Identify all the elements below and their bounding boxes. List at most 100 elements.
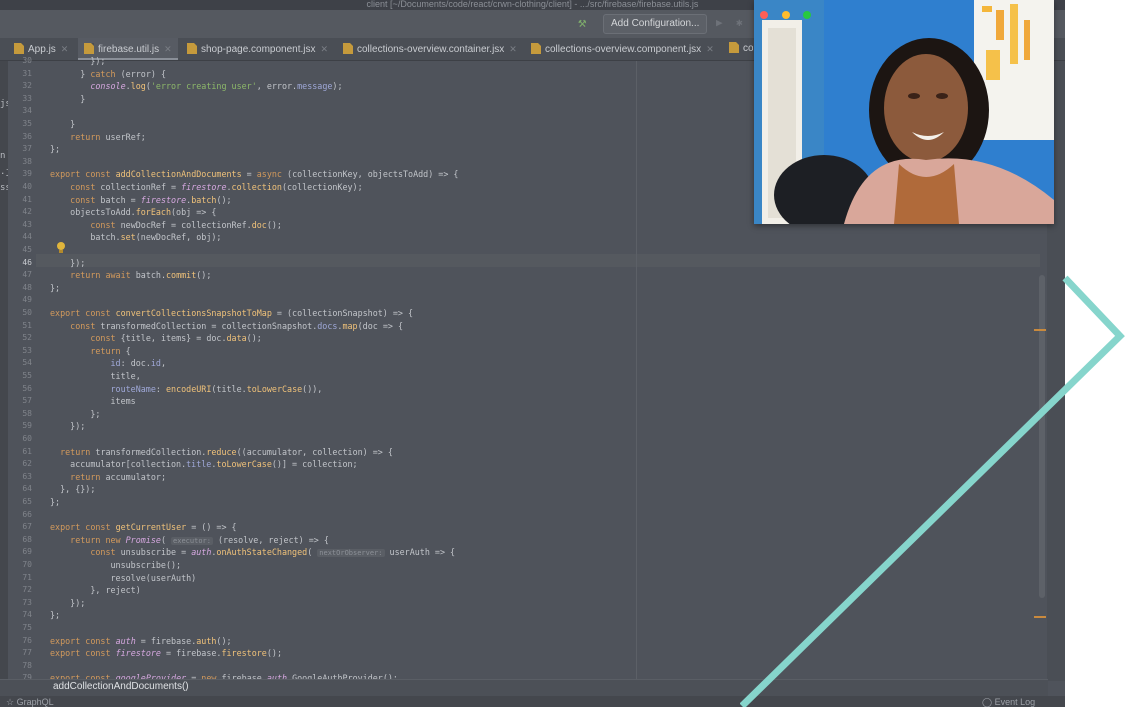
tab-collections-overview-container[interactable]: collections-overview.container.jsx ✕ (337, 38, 522, 60)
code-line: }); (50, 421, 86, 432)
code-line: }; (50, 408, 101, 419)
line-number: 46 (22, 257, 32, 267)
code-line: }, {}); (50, 484, 96, 495)
line-number: 63 (22, 471, 32, 481)
project-item-fragment[interactable]: .j (0, 167, 8, 177)
jsx-file-icon (531, 43, 541, 54)
line-number: 54 (22, 358, 32, 368)
jsx-file-icon (343, 43, 353, 54)
line-number: 41 (22, 194, 32, 204)
code-line: routeName: encodeURI(title.toLowerCase()… (110, 383, 323, 394)
tab-shop-page-component[interactable]: shop-page.component.jsx ✕ (181, 38, 331, 60)
line-number: 48 (22, 282, 32, 292)
code-line: }); (50, 597, 86, 608)
webcam-person-image (754, 0, 1054, 224)
code-line: id: doc.id, (110, 358, 167, 369)
line-number: 34 (22, 106, 32, 116)
code-line: const transformedCollection = collection… (70, 320, 403, 331)
project-panel-edge: js n .j ss (0, 61, 8, 691)
line-number: 74 (22, 610, 32, 620)
code-line: console.log('error creating user', error… (90, 81, 343, 92)
line-number: 42 (22, 207, 32, 217)
webcam-overlay (754, 0, 1054, 224)
decorative-accent-line (740, 275, 1125, 707)
line-number: 35 (22, 119, 32, 128)
lightbulb-icon[interactable] (57, 242, 65, 253)
code-line: const batch = firestore.batch(); (70, 194, 232, 205)
code-line: return { (90, 345, 131, 356)
code-line: }, reject) (50, 585, 141, 596)
code-line: resolve(userAuth) (50, 572, 197, 583)
window-controls (760, 4, 815, 23)
line-number: 38 (22, 156, 32, 166)
line-number: 50 (22, 308, 32, 317)
line-number: 32 (22, 81, 32, 91)
code-line: export const convertCollectionsSnapshotT… (50, 308, 414, 318)
hammer-icon[interactable]: ⚒ (578, 16, 586, 30)
close-window-button[interactable] (760, 11, 768, 19)
project-item-fragment[interactable]: js (0, 99, 8, 109)
line-number: 47 (22, 270, 32, 280)
line-number: 52 (22, 333, 32, 343)
debug-icon[interactable]: ✱ (736, 16, 743, 30)
code-line: } catch (error) { (50, 68, 166, 79)
line-number: 53 (22, 345, 32, 355)
tab-overflow[interactable]: co (723, 38, 753, 60)
line-number: 44 (22, 232, 32, 242)
code-line: }; (50, 497, 61, 507)
code-line: unsubscribe(); (50, 560, 182, 570)
line-number: 67 (22, 522, 32, 532)
line-number: 51 (22, 320, 32, 330)
tab-label: firebase.util.js (98, 44, 160, 55)
close-icon[interactable]: ✕ (164, 44, 172, 54)
tab-label: App.js (28, 44, 56, 55)
add-configuration-button[interactable]: Add Configuration... (603, 14, 708, 34)
tab-label: shop-page.component.jsx (201, 44, 316, 55)
graphql-tool-button[interactable]: ☆ GraphQL (6, 697, 54, 707)
line-number: 64 (22, 484, 32, 494)
line-number: 43 (22, 219, 32, 229)
line-number: 39 (22, 169, 32, 179)
close-icon[interactable]: ✕ (61, 44, 69, 54)
code-line: export const addCollectionAndDocuments =… (50, 169, 459, 180)
code-line: const newDocRef = collectionRef.doc(); (90, 219, 282, 230)
jsx-file-icon (187, 43, 197, 54)
code-line: }); (50, 56, 106, 66)
project-item-fragment[interactable]: ss (0, 183, 8, 193)
tab-label: collections-overview.component.jsx (545, 44, 702, 55)
line-number: 59 (22, 421, 32, 431)
line-number: 69 (22, 547, 32, 557)
code-line: objectsToAdd.forEach(obj => { (50, 207, 217, 218)
js-file-icon (84, 43, 94, 54)
line-number: 76 (22, 635, 32, 645)
minimize-window-button[interactable] (781, 11, 790, 19)
code-line: return transformedCollection.reduce((acc… (60, 446, 393, 457)
close-icon[interactable]: ✕ (509, 44, 517, 54)
line-number: 75 (22, 623, 32, 632)
code-line: } (50, 119, 76, 129)
line-number: 77 (22, 648, 32, 658)
code-line: const {title, items} = doc.data(); (90, 333, 262, 344)
code-line: accumulator[collection.title.toLowerCase… (50, 459, 358, 470)
project-item-fragment[interactable]: n (0, 151, 8, 161)
js-file-icon (14, 43, 24, 54)
line-number: 45 (22, 245, 32, 254)
tab-collections-overview-component[interactable]: collections-overview.component.jsx ✕ (525, 38, 721, 60)
line-number: 60 (22, 434, 32, 443)
line-number: 58 (22, 408, 32, 418)
play-icon[interactable]: ▶ (716, 16, 723, 30)
code-line: }; (50, 144, 61, 155)
line-number-gutter: 30 31 32 33 34 35 36 37 38 39 40 41 42 43 44 45 46 47 48 49… (8, 56, 36, 682)
code-line: export const getCurrentUser = () => { (50, 522, 237, 533)
jsx-file-icon (729, 42, 739, 53)
close-icon[interactable]: ✕ (321, 44, 329, 54)
close-icon[interactable]: ✕ (706, 44, 714, 54)
code-line: title, (50, 371, 141, 381)
code-line: return new Promise( executor: (resolve, … (70, 534, 329, 545)
code-line: const unsubscribe = auth.onAuthStateChan… (90, 547, 456, 558)
zoom-window-button[interactable] (803, 11, 812, 19)
breadcrumb-function[interactable]: addCollectionAndDocuments() (53, 681, 189, 692)
line-number: 57 (22, 396, 32, 406)
code-line: }; (50, 610, 61, 621)
code-line: items (50, 396, 136, 407)
